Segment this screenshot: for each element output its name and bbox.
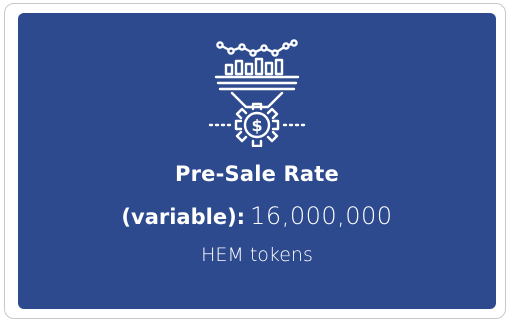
rate-qualifier: (variable):: [121, 205, 246, 229]
rate-value: 16,000,000: [250, 202, 393, 230]
funnel-dollar-gear-icon: $: [208, 39, 306, 147]
icon-container: $: [18, 37, 496, 147]
presale-rate-card: $ Pre-Sale Rate (variable): 16,000,000 H…: [18, 13, 496, 309]
svg-text:$: $: [251, 116, 262, 135]
rate-value-line: (variable): 16,000,000: [18, 200, 496, 235]
rate-unit: HEM tokens: [201, 244, 313, 266]
card-title: Pre-Sale Rate: [175, 162, 339, 186]
